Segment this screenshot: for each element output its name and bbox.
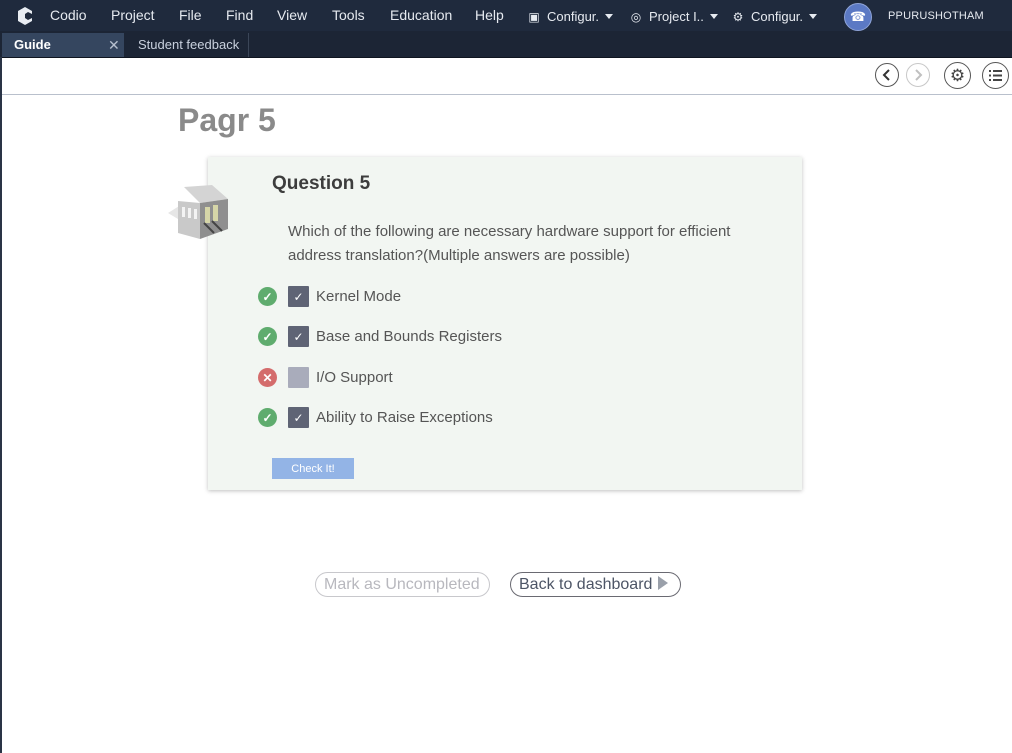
globe-icon: ◎ bbox=[630, 10, 642, 24]
phone-icon: ☎ bbox=[849, 9, 867, 24]
option-io-support-checkbox[interactable] bbox=[288, 367, 309, 388]
menu-file[interactable]: File bbox=[179, 0, 202, 31]
menu-help[interactable]: Help bbox=[475, 0, 504, 31]
tab-bar: Guide ✕ Student feedback bbox=[0, 31, 1012, 58]
incorrect-status-icon: ✕ bbox=[258, 368, 277, 387]
option-kernel-mode-label: Kernel Mode bbox=[316, 288, 402, 305]
option-base-bounds-label: Base and Bounds Registers bbox=[316, 328, 502, 345]
menu-find[interactable]: Find bbox=[226, 0, 253, 31]
question-illustration-icon bbox=[168, 185, 228, 239]
mark-as-uncompleted-label: Mark as Uncompleted bbox=[324, 576, 480, 593]
next-page-button[interactable] bbox=[906, 63, 930, 87]
gear-icon: ⚙ bbox=[949, 66, 966, 85]
back-to-dashboard-label: Back to dashboard bbox=[519, 576, 653, 593]
check-it-button[interactable]: Check It! bbox=[272, 458, 354, 479]
option-base-bounds-checkbox[interactable]: ✓ bbox=[288, 326, 309, 347]
tab-student-feedback-label: Student feedback bbox=[138, 37, 240, 52]
page-title: Pagr 5 bbox=[178, 102, 276, 138]
correct-status-icon: ✓ bbox=[258, 287, 277, 306]
option-raise-exceptions-label: Ability to Raise Exceptions bbox=[316, 409, 493, 426]
chevron-down-icon bbox=[709, 14, 718, 19]
close-icon[interactable]: ✕ bbox=[108, 33, 120, 57]
mark-as-uncompleted-button[interactable]: Mark as Uncompleted bbox=[315, 572, 490, 597]
play-arrow-icon bbox=[658, 576, 669, 590]
option-kernel-mode-checkbox[interactable]: ✓ bbox=[288, 286, 309, 307]
previous-page-button[interactable] bbox=[875, 63, 899, 87]
tab-student-feedback[interactable]: Student feedback bbox=[126, 33, 249, 57]
chevron-right-icon bbox=[915, 69, 923, 81]
option-io-support-label: I/O Support bbox=[316, 369, 393, 386]
phone-call-button[interactable]: ☎ bbox=[844, 3, 872, 31]
codio-logo-icon[interactable] bbox=[15, 6, 35, 26]
project-index-label: Project I.. bbox=[649, 9, 704, 24]
check-icon: ✓ bbox=[293, 289, 304, 304]
table-of-contents-button[interactable] bbox=[982, 62, 1009, 89]
chevron-down-icon bbox=[809, 14, 818, 19]
question-text: Which of the following are necessary har… bbox=[288, 223, 731, 264]
bug-icon: ⚙ bbox=[732, 10, 744, 24]
menu-app-name[interactable]: Codio bbox=[50, 0, 87, 31]
question-title: Question 5 bbox=[272, 173, 371, 194]
correct-status-icon: ✓ bbox=[258, 408, 277, 427]
chevron-left-icon bbox=[882, 69, 890, 81]
check-icon: ✓ bbox=[293, 410, 304, 425]
user-name[interactable]: PPURUSHOTHAM bbox=[888, 0, 984, 31]
terminal-icon: ▣ bbox=[528, 10, 540, 24]
configure-terminal-dropdown[interactable]: ▣ Configur. bbox=[527, 0, 614, 31]
toolbar-divider bbox=[0, 94, 1012, 95]
menu-view[interactable]: View bbox=[277, 0, 307, 31]
question-card bbox=[208, 157, 802, 490]
settings-button[interactable]: ⚙ bbox=[944, 62, 971, 89]
configure-terminal-label: Configur. bbox=[547, 9, 600, 24]
menu-education[interactable]: Education bbox=[390, 0, 452, 31]
list-icon bbox=[989, 70, 1002, 81]
back-to-dashboard-button[interactable]: Back to dashboard bbox=[510, 572, 681, 597]
configure-debug-dropdown[interactable]: ⚙ Configur. bbox=[731, 0, 818, 31]
option-raise-exceptions-checkbox[interactable]: ✓ bbox=[288, 407, 309, 428]
menu-project[interactable]: Project bbox=[111, 0, 155, 31]
menu-tools[interactable]: Tools bbox=[332, 0, 365, 31]
project-index-dropdown[interactable]: ◎ Project I.. bbox=[629, 0, 718, 31]
menubar: Codio Project File Find View Tools Educa… bbox=[0, 0, 1012, 31]
chevron-down-icon bbox=[605, 14, 614, 19]
tab-guide-label: Guide bbox=[14, 37, 51, 52]
left-edge-border bbox=[0, 57, 2, 753]
check-icon: ✓ bbox=[293, 329, 304, 344]
configure-debug-label: Configur. bbox=[751, 9, 804, 24]
correct-status-icon: ✓ bbox=[258, 327, 277, 346]
tab-guide[interactable]: Guide bbox=[2, 33, 124, 57]
